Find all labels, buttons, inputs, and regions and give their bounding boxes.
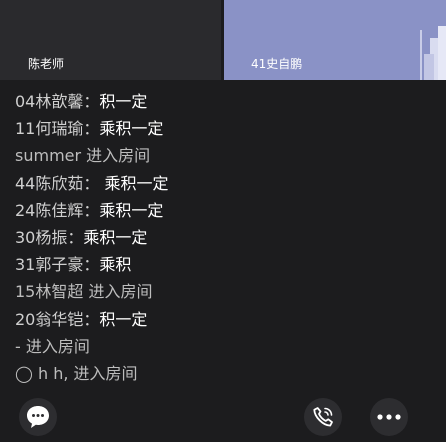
- chat-message-text: 乘积一定: [99, 119, 164, 139]
- chat-message: 30杨振：乘积一定: [15, 224, 436, 251]
- chat-message-sender: 15林智超: [15, 282, 89, 302]
- more-options-button[interactable]: [370, 398, 408, 436]
- chat-message: 04林歆馨：积一定: [15, 88, 436, 115]
- chat-message-text: 进入房间: [73, 363, 138, 383]
- teacher-video-tile[interactable]: 陈老师: [0, 0, 221, 80]
- chat-message-sender: 04林歆馨：: [15, 92, 100, 111]
- chat-message: 24陈佳辉：乘积一定: [15, 197, 436, 224]
- student-name-label: 41史自鹏: [251, 57, 303, 71]
- phone-icon: [313, 407, 333, 427]
- chat-message-sender: -: [15, 336, 26, 356]
- chat-message-sender: ◯ h h,: [15, 363, 74, 383]
- chat-message-text: 积一定: [99, 92, 148, 111]
- chat-message-sender: 24陈佳辉：: [15, 200, 100, 220]
- chat-message-text: 进入房间: [88, 282, 153, 302]
- video-strip: 陈老师 41史自鹏: [0, 0, 446, 80]
- chat-message: 31郭子豪：乘积: [15, 251, 436, 278]
- chat-message-text: 进入房间: [25, 336, 90, 356]
- speech-bubble-icon: [27, 406, 49, 428]
- chat-message-text: 乘积一定: [99, 200, 164, 220]
- chat-system-message: - 进入房间: [15, 333, 436, 360]
- chat-message-text: 乘积一定: [99, 173, 169, 193]
- chat-message-sender: 20翁华铠：: [15, 309, 100, 329]
- chat-message-sender: summer: [15, 146, 87, 166]
- chat-message-sender: 30杨振：: [15, 227, 84, 247]
- chat-system-message: summer 进入房间: [15, 142, 436, 169]
- chat-message: 44陈欣茹： 乘积一定: [15, 170, 436, 197]
- more-dots-icon: [377, 414, 401, 420]
- chat-message-sender: 11何瑞瑜：: [15, 119, 100, 139]
- teacher-name-label: 陈老师: [28, 57, 65, 71]
- student-video-scene: [386, 24, 446, 80]
- chat-message-text: 进入房间: [86, 146, 151, 166]
- chat-message-text: 乘积一定: [83, 227, 148, 247]
- chat-message-list: 04林歆馨：积一定 11何瑞瑜：乘积一定 summer 进入房间 44陈欣茹： 乘积一…: [15, 88, 436, 387]
- student-video-tile[interactable]: 41史自鹏: [224, 0, 446, 80]
- chat-message: 11何瑞瑜：乘积一定: [15, 115, 436, 142]
- chat-message: 20翁华铠：积一定: [15, 306, 436, 333]
- chat-button[interactable]: [19, 398, 57, 436]
- chat-message-text: 乘积: [99, 255, 132, 275]
- call-button[interactable]: [304, 398, 342, 436]
- chat-message-text: 积一定: [99, 309, 148, 329]
- chat-message-sender: 31郭子豪：: [15, 255, 100, 275]
- chat-system-message: ◯ h h, 进入房间: [15, 360, 436, 387]
- chat-message-sender: 44陈欣茹：: [15, 173, 100, 193]
- chat-system-message: 15林智超 进入房间: [15, 278, 436, 305]
